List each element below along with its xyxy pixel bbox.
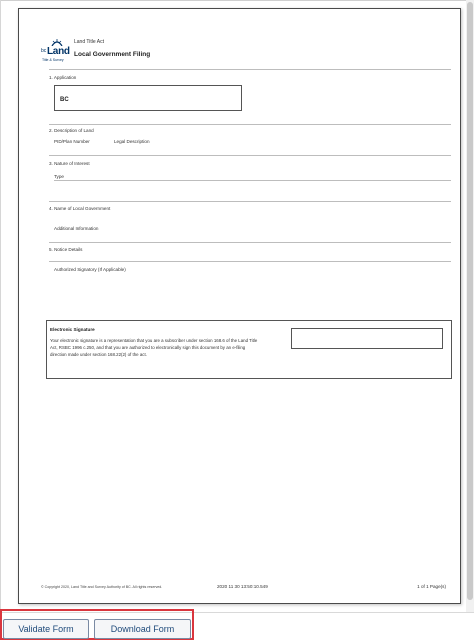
act-label: Land Title Act [74, 39, 105, 45]
copyright-notice: © Copyright 2020, Land Title and Survey … [41, 585, 163, 589]
download-form-button[interactable]: Download Form [94, 619, 191, 639]
page-count: 1 of 1 Page(s) [417, 584, 446, 589]
left-border [0, 0, 1, 641]
section-divider [49, 242, 451, 243]
electronic-signature-panel: Electronic Signature Your electronic sig… [46, 320, 452, 379]
sun-logo-icon [51, 39, 63, 46]
logo-bc-text: bc [41, 48, 47, 54]
authorized-signatory-field[interactable]: Authorized Signatory (If Applicable) [54, 267, 126, 272]
section-divider [49, 124, 451, 125]
legal-description-field[interactable]: Legal Description [114, 139, 150, 144]
logo-subtitle: Title & Survey [42, 58, 64, 62]
application-field[interactable]: BC [54, 85, 242, 111]
pid-plan-number-field[interactable]: PID/Plan Number [54, 139, 90, 144]
section-notice-label: 5. Notice Details [49, 247, 83, 252]
validate-form-button[interactable]: Validate Form [3, 619, 89, 639]
signature-input[interactable] [291, 328, 443, 349]
interest-type-field[interactable]: Type [54, 174, 64, 179]
top-divider [0, 0, 474, 1]
logo-land-text: Land [47, 46, 70, 57]
form-title: Local Government Filing [74, 51, 151, 58]
esig-title: Electronic Signature [50, 327, 95, 332]
section-application-label: 1. Application [49, 75, 77, 80]
additional-information-field[interactable]: Additional Information [54, 226, 98, 231]
ltsa-logo: bc Land Title & Survey [41, 39, 73, 63]
section-divider [49, 201, 451, 202]
section-divider [49, 261, 451, 262]
section-government-label: 4. Name of Local Government [49, 206, 111, 211]
generated-timestamp: 2020 11 30 13:50:10.549 [217, 584, 268, 589]
type-underline [54, 180, 451, 181]
scrollbar-thumb[interactable] [467, 2, 473, 600]
esig-description: Your electronic signature is a represent… [50, 338, 258, 358]
section-divider [49, 155, 451, 156]
scrollbar[interactable] [466, 0, 474, 612]
section-interest-label: 3. Nature of Interest [49, 161, 90, 166]
form-document-page: bc Land Title & Survey Land Title Act Lo… [18, 8, 461, 604]
section-description-label: 2. Description of Land [49, 128, 94, 133]
section-divider [49, 69, 451, 70]
